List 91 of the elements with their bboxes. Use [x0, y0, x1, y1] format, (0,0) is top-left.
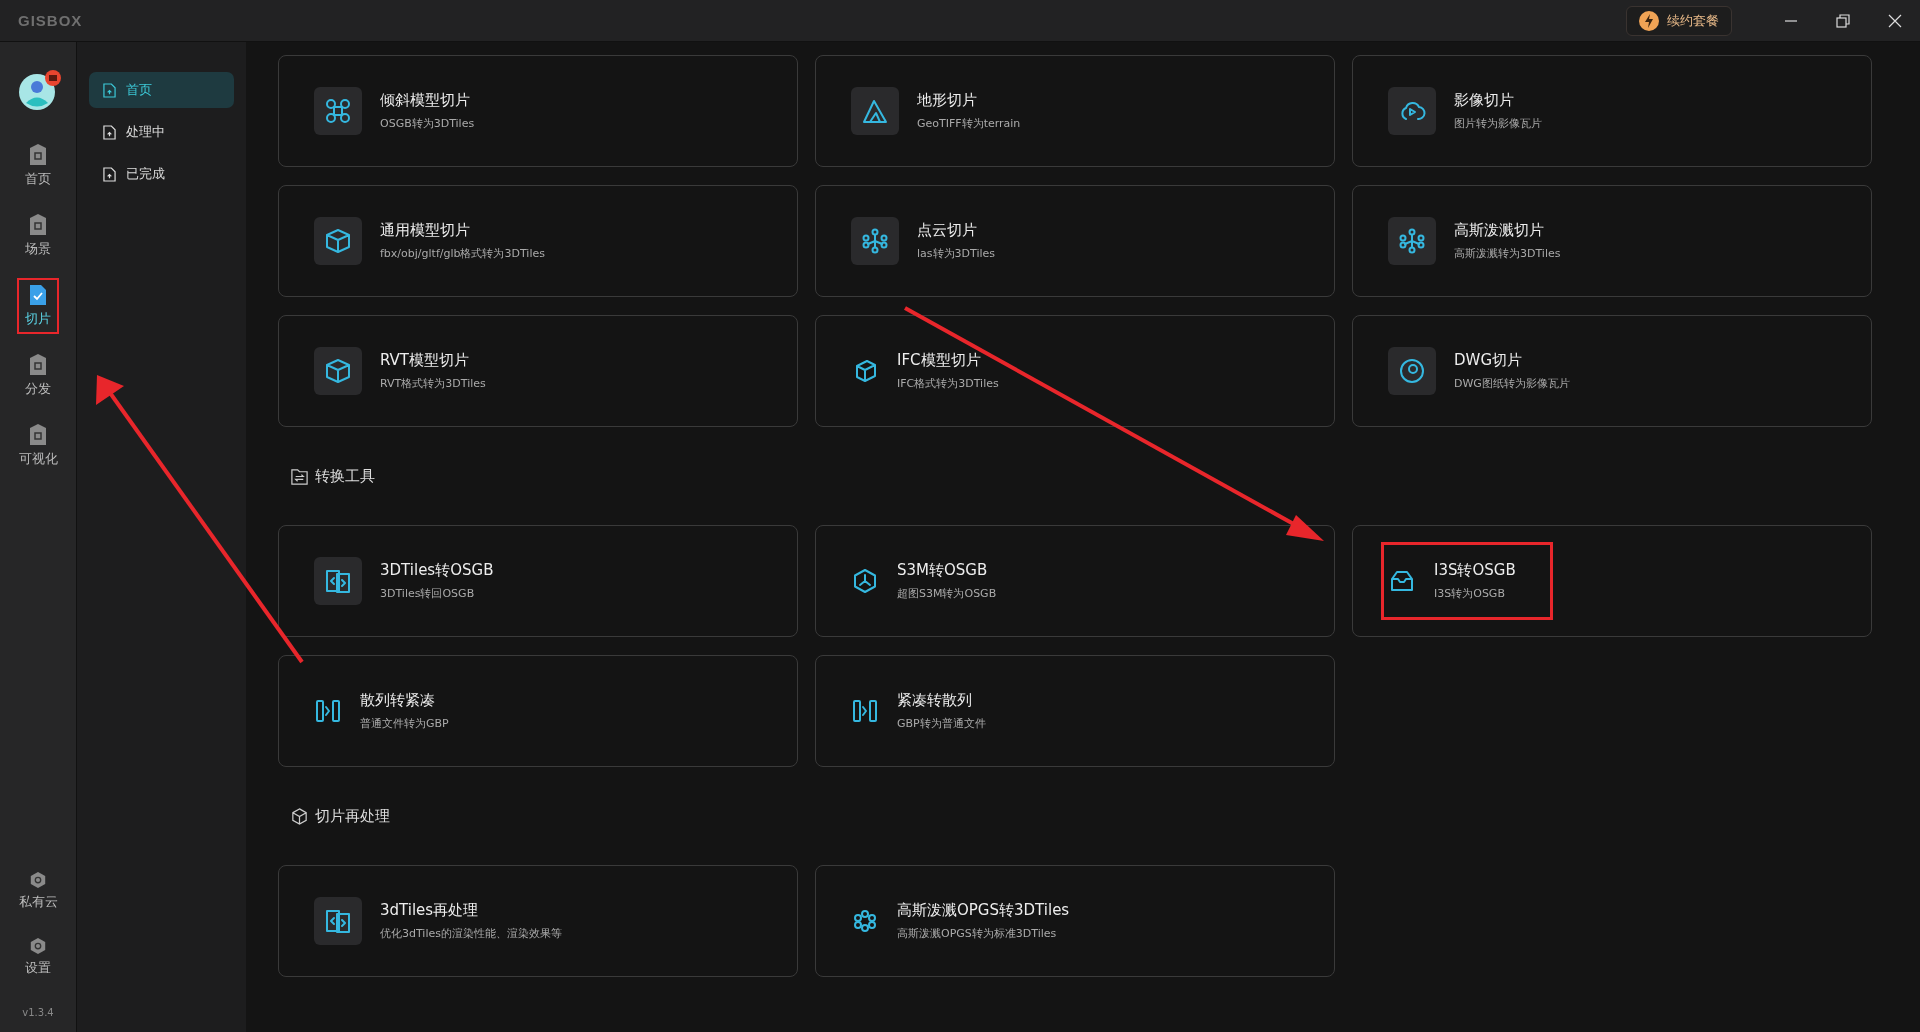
nav-icon — [29, 871, 47, 889]
card-title: 高斯泼溅切片 — [1454, 221, 1545, 240]
flower-icon — [851, 907, 879, 935]
tool-card[interactable]: 影像切片 图片转为影像瓦片 — [1352, 55, 1872, 167]
nav-icon — [28, 354, 48, 376]
nav-icon — [28, 214, 48, 236]
rail-nav-item[interactable]: 首页 — [17, 138, 59, 194]
card-title: 紧凑转散列 — [897, 691, 973, 710]
version-label: v1.3.4 — [22, 1007, 54, 1018]
card-subtitle: I3S转为OSGB — [1434, 586, 1506, 601]
swap-icon — [324, 567, 352, 595]
tool-card[interactable]: 高斯泼溅OPGS转3DTiles 高斯泼溅OPGS转为标准3DTiles — [815, 865, 1335, 977]
mountain-icon — [861, 97, 889, 125]
rail-nav-item[interactable]: 设置 — [17, 931, 59, 983]
box-icon — [324, 227, 352, 255]
tool-card[interactable]: IFC模型切片 IFC格式转为3DTiles — [815, 315, 1335, 427]
close-icon[interactable] — [1888, 13, 1902, 28]
card-subtitle: las转为3DTiles — [917, 246, 995, 261]
section-icon — [290, 466, 309, 486]
circle-icon — [1398, 357, 1426, 385]
nav-icon — [28, 144, 48, 166]
card-title: 3DTiles转OSGB — [380, 561, 494, 580]
app-logo: GISBOX — [18, 12, 83, 29]
split-icon — [314, 697, 342, 725]
card-subtitle: fbx/obj/gltf/glb格式转为3DTiles — [380, 246, 545, 261]
section-title: 切片再处理 — [315, 806, 390, 826]
card-subtitle: GBP转为普通文件 — [897, 716, 986, 731]
tool-card[interactable]: 点云切片 las转为3DTiles — [815, 185, 1335, 297]
tool-card[interactable]: 紧凑转散列 GBP转为普通文件 — [815, 655, 1335, 767]
card-title: 点云切片 — [917, 221, 978, 240]
document-icon — [103, 124, 116, 140]
nodes-icon — [1398, 227, 1426, 255]
card-title: I3S转OSGB — [1434, 561, 1516, 580]
tool-card[interactable]: 高斯泼溅切片 高斯泼溅转为3DTiles — [1352, 185, 1872, 297]
tool-card[interactable]: 通用模型切片 fbx/obj/gltf/glb格式转为3DTiles — [278, 185, 798, 297]
card-subtitle: 高斯泼溅OPGS转为标准3DTiles — [897, 926, 1058, 941]
tool-card[interactable]: I3S转OSGB I3S转为OSGB — [1352, 525, 1872, 637]
card-subtitle: RVT格式转为3DTiles — [380, 376, 486, 391]
card-title: 散列转紧凑 — [360, 691, 436, 710]
nav-icon — [28, 424, 48, 446]
tool-card[interactable]: 3DTiles转OSGB 3DTiles转回OSGB — [278, 525, 798, 637]
subnav-item[interactable]: 首页 — [89, 72, 234, 108]
nav-icon — [28, 284, 48, 306]
rail-nav-item[interactable]: 场景 — [17, 208, 59, 264]
card-subtitle: 高斯泼溅转为3DTiles — [1454, 246, 1561, 261]
rail-nav-item[interactable]: 可视化 — [10, 418, 66, 474]
card-title: 3dTiles再处理 — [380, 901, 480, 920]
card-subtitle: IFC格式转为3DTiles — [897, 376, 999, 391]
renew-plan-button[interactable]: 续约套餐 — [1626, 5, 1732, 36]
card-subtitle: 普通文件转为GBP — [360, 716, 449, 731]
card-subtitle: OSGB转为3DTiles — [380, 116, 475, 131]
rail-nav-item[interactable]: 分发 — [17, 348, 59, 404]
subnav-item[interactable]: 处理中 — [89, 114, 234, 150]
tool-card[interactable]: 散列转紧凑 普通文件转为GBP — [278, 655, 798, 767]
rail-nav-item[interactable]: 私有云 — [10, 865, 66, 917]
tool-card[interactable]: DWG切片 DWG图纸转为影像瓦片 — [1352, 315, 1872, 427]
lightning-icon — [1639, 10, 1659, 31]
section-icon — [290, 806, 309, 826]
tool-card[interactable]: S3M转OSGB 超图S3M转为OSGB — [815, 525, 1335, 637]
box2-icon — [324, 357, 352, 385]
card-title: S3M转OSGB — [897, 561, 989, 580]
restore-icon[interactable] — [1836, 13, 1850, 28]
tool-card[interactable]: 倾斜模型切片 OSGB转为3DTiles — [278, 55, 798, 167]
card-title: 影像切片 — [1454, 91, 1515, 110]
nodes-icon — [861, 227, 889, 255]
card-title: 地形切片 — [917, 91, 978, 110]
card-title: 倾斜模型切片 — [380, 91, 471, 110]
card-title: 通用模型切片 — [380, 221, 471, 240]
card-subtitle: 优化3dTiles的渲染性能、渲染效果等 — [380, 926, 562, 941]
tool-card[interactable]: 3dTiles再处理 优化3dTiles的渲染性能、渲染效果等 — [278, 865, 798, 977]
split2-icon — [851, 697, 879, 725]
rail-nav-item[interactable]: 切片 — [17, 278, 59, 334]
card-title: IFC模型切片 — [897, 351, 982, 370]
card-subtitle: 超图S3M转为OSGB — [897, 586, 997, 601]
card-subtitle: 图片转为影像瓦片 — [1454, 116, 1542, 131]
card-title: 高斯泼溅OPGS转3DTiles — [897, 901, 1070, 920]
card-title: RVT模型切片 — [380, 351, 471, 370]
document-icon — [103, 82, 116, 98]
subnav-item[interactable]: 已完成 — [89, 156, 234, 192]
card-subtitle: DWG图纸转为影像瓦片 — [1454, 376, 1570, 391]
card-title: DWG切片 — [1454, 351, 1523, 370]
card-subtitle: GeoTIFF转为terrain — [917, 116, 1021, 131]
document-icon — [103, 166, 116, 182]
hex-icon — [851, 567, 879, 595]
tool-card[interactable]: RVT模型切片 RVT格式转为3DTiles — [278, 315, 798, 427]
drone-icon — [324, 97, 352, 125]
nav-icon — [29, 937, 47, 955]
card-subtitle: 3DTiles转回OSGB — [380, 586, 476, 601]
swap-icon — [324, 907, 352, 935]
section-title: 转换工具 — [315, 466, 375, 486]
tool-card[interactable]: 地形切片 GeoTIFF转为terrain — [815, 55, 1335, 167]
